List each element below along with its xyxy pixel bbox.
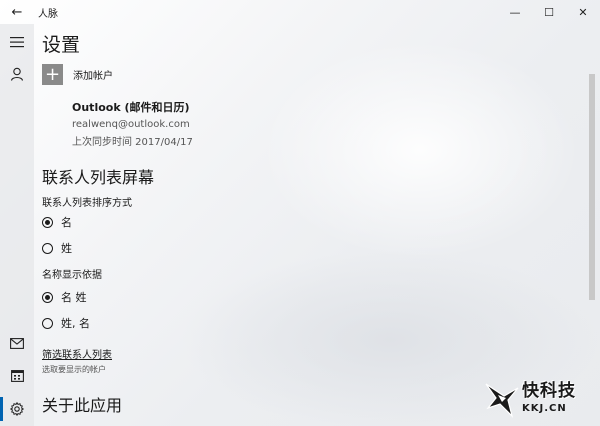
background-highlight [260, 40, 580, 260]
person-icon [10, 67, 24, 81]
radio-label: 姓 [61, 242, 72, 255]
scrollbar-thumb[interactable] [589, 74, 595, 300]
filter-contact-list-link[interactable]: 筛选联系人列表 [42, 346, 112, 361]
calendar-nav-button[interactable] [0, 359, 34, 391]
maximize-button[interactable]: ☐ [532, 0, 566, 24]
watermark-text: 快科技 KKJ.CN [522, 380, 576, 414]
radio-label: 名 姓 [61, 291, 87, 304]
account-item-outlook[interactable]: Outlook (邮件和日历) realwenq@outlook.com 上次同… [72, 99, 193, 148]
minimize-button[interactable]: — [498, 0, 532, 24]
radio-label: 姓, 名 [61, 317, 90, 330]
gear-icon [10, 402, 24, 416]
radio-label: 名 [61, 216, 72, 229]
about-section-title: 关于此应用 [42, 396, 123, 415]
nav-rail [0, 24, 34, 426]
radio-button[interactable] [42, 242, 53, 254]
add-account-label: 添加帐户 [73, 71, 113, 82]
account-last-sync: 上次同步时间 2017/04/17 [72, 137, 193, 148]
account-email: realwenq@outlook.com [72, 119, 190, 130]
window-title: 人脉 [38, 8, 58, 20]
radio-button-selected[interactable] [42, 216, 53, 228]
watermark-en: KKJ.CN [522, 402, 567, 414]
page-title: 设置 [42, 34, 81, 56]
display-option-first-last[interactable]: 名 姓 [42, 289, 87, 305]
hamburger-menu-icon [10, 37, 24, 48]
calendar-icon [10, 369, 24, 382]
people-app-window: ← 人脉 — ☐ ✕ 设置 + 添加帐户 Outlook (邮件和日历) rea… [0, 0, 600, 426]
filter-contact-list-description: 选取要显示的帐户 [42, 365, 106, 374]
people-nav-button[interactable] [0, 58, 34, 90]
add-account-button[interactable]: + 添加帐户 [42, 64, 113, 85]
active-indicator [0, 397, 3, 421]
mail-icon [10, 337, 24, 349]
bird-logo-icon [485, 383, 519, 418]
window-controls: — ☐ ✕ [498, 0, 600, 24]
back-arrow-icon: ← [11, 4, 23, 20]
watermark-logo: 快科技 KKJ.CN [484, 376, 596, 420]
sort-option-last-name[interactable]: 姓 [42, 240, 72, 256]
sort-option-first-name[interactable]: 名 [42, 214, 72, 230]
back-button[interactable]: ← [0, 0, 34, 24]
watermark-cn: 快科技 [522, 380, 576, 401]
maximize-icon: ☐ [544, 5, 554, 19]
title-bar: ← 人脉 — ☐ ✕ [0, 0, 600, 24]
mail-nav-button[interactable] [0, 327, 34, 359]
display-option-last-first[interactable]: 姓, 名 [42, 315, 90, 331]
radio-button[interactable] [42, 317, 53, 329]
account-name: Outlook (邮件和日历) [72, 101, 190, 114]
close-icon: ✕ [578, 5, 588, 19]
contact-list-section-title: 联系人列表屏幕 [42, 168, 155, 187]
plus-icon: + [42, 64, 63, 85]
hamburger-menu-button[interactable] [0, 26, 34, 58]
settings-nav-button[interactable] [0, 393, 34, 425]
sort-order-label: 联系人列表排序方式 [42, 198, 132, 209]
display-name-label: 名称显示依据 [42, 270, 102, 281]
close-button[interactable]: ✕ [566, 0, 600, 24]
minimize-icon: — [509, 5, 521, 19]
radio-button-selected[interactable] [42, 291, 53, 303]
